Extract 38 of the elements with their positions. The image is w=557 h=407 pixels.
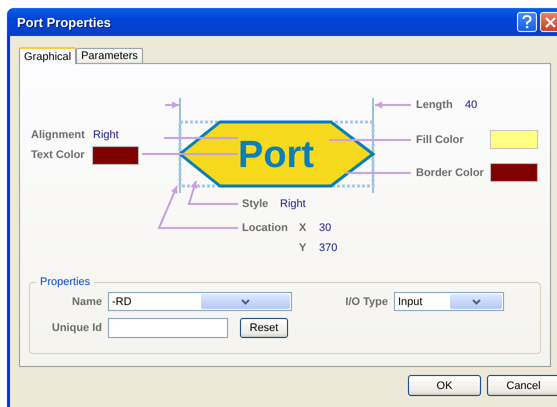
unique-id-field[interactable] (108, 318, 228, 338)
border-color-swatch[interactable] (490, 163, 538, 182)
leader-arrow (165, 102, 179, 108)
leader-arrow (375, 102, 411, 108)
length-value: 40 (465, 98, 478, 112)
help-button[interactable] (517, 12, 537, 32)
text-color-swatch[interactable] (92, 146, 139, 165)
tab[interactable]: Graphical (19, 47, 76, 64)
reset-button[interactable]: Reset (240, 318, 288, 338)
group-title: Properties (39, 276, 92, 288)
text-color-label: Text Color (31, 148, 85, 162)
fill-color-label: Fill Color (416, 133, 464, 147)
location-label: Location (242, 221, 288, 235)
close-icon (544, 16, 556, 28)
io-type-label: I/O Type (344, 296, 388, 308)
dialog-button[interactable]: Cancel (487, 375, 557, 396)
length-label: Length (416, 98, 453, 112)
close-button[interactable] (540, 12, 557, 32)
unique-id-label: Unique Id (50, 322, 102, 334)
alignment-label: Alignment (31, 128, 85, 142)
dialog-button[interactable]: OK (408, 375, 481, 396)
border-color-label: Border Color (416, 166, 484, 180)
io-type-dropdown[interactable]: Input (394, 292, 504, 311)
x-label: X (299, 221, 306, 235)
style-label: Style (242, 197, 268, 211)
y-value: 370 (319, 241, 338, 255)
leader-line (346, 172, 411, 174)
help-icon (522, 15, 532, 29)
alignment-value: Right (93, 128, 119, 142)
name-dropdown[interactable]: -RD (108, 292, 292, 311)
x-value: 30 (319, 221, 332, 235)
window-title: Port Properties (17, 14, 112, 30)
tab[interactable]: Parameters (76, 48, 143, 63)
y-label: Y (299, 241, 306, 255)
style-value: Right (280, 197, 306, 211)
fill-color-swatch[interactable] (490, 130, 538, 149)
name-label: Name (71, 296, 102, 308)
port-text: Port (238, 134, 314, 176)
